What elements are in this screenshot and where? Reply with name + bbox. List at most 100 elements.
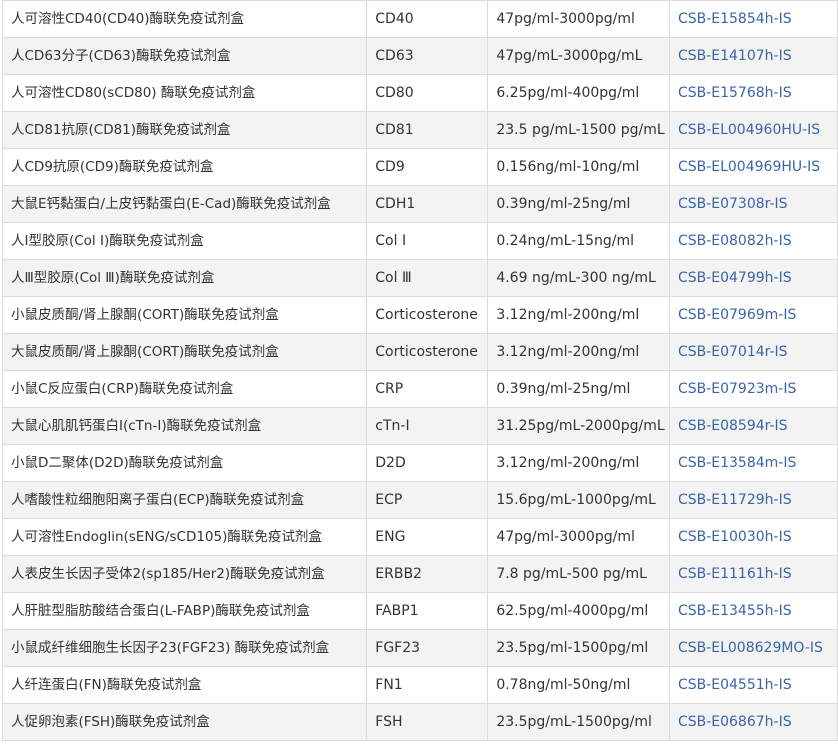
table-row: 人CD63分子(CD63)酶联免疫试剂盒 CD63 47pg/mL-3000pg/m… xyxy=(1,37,838,75)
catalog-code-cell: CSB-E04799h-IS xyxy=(668,259,838,297)
catalog-code-link[interactable]: CSB-E08594r-IS xyxy=(678,418,788,434)
target-cell: CD80 xyxy=(366,74,489,112)
product-name-cell: 人可溶性Endoglin(sENG/sCD105)酶联免疫试剂盒 xyxy=(1,518,368,556)
catalog-code-link[interactable]: CSB-EL004960HU-IS xyxy=(678,122,820,138)
table-row: 人可溶性Endoglin(sENG/sCD105)酶联免疫试剂盒 ENG 47pg/… xyxy=(1,518,838,556)
product-name-cell: 大鼠E钙黏蛋白/上皮钙黏蛋白(E-Cad)酶联免疫试剂盒 xyxy=(1,185,368,223)
catalog-code-cell: CSB-E08594r-IS xyxy=(668,407,838,445)
table-row: 大鼠心肌肌钙蛋白Ⅰ(cTn-Ⅰ)酶联免疫试剂盒 cTn-I 31.25pg/mL-2… xyxy=(1,407,838,445)
product-name-cell: 人嗜酸性粒细胞阳离子蛋白(ECP)酶联免疫试剂盒 xyxy=(1,481,368,519)
table-row: 人可溶性CD80(sCD80) 酶联免疫试剂盒 CD80 6.25pg/ml-400… xyxy=(1,74,838,112)
catalog-code-link[interactable]: CSB-E08082h-IS xyxy=(678,233,792,249)
target-cell: CD9 xyxy=(366,148,489,186)
table-row: 人Ⅰ型胶原(Col Ⅰ)酶联免疫试剂盒 Col Ⅰ 0.24ng/mL-15ng/m… xyxy=(1,222,838,260)
product-name-cell: 大鼠心肌肌钙蛋白Ⅰ(cTn-Ⅰ)酶联免疫试剂盒 xyxy=(1,407,368,445)
table-row: 大鼠皮质酮/肾上腺酮(CORT)酶联免疫试剂盒 Corticosterone 3.1… xyxy=(1,333,838,371)
detection-range-cell: 0.39ng/ml-25ng/ml xyxy=(487,185,670,223)
target-cell: Corticosterone xyxy=(366,296,489,334)
catalog-code-cell: CSB-E06867h-IS xyxy=(668,703,838,741)
product-name-cell: 人纤连蛋白(FN)酶联免疫试剂盒 xyxy=(1,666,368,704)
catalog-code-cell: CSB-E07308r-IS xyxy=(668,185,838,223)
table-row: 大鼠E钙黏蛋白/上皮钙黏蛋白(E-Cad)酶联免疫试剂盒 CDH1 0.39ng/m… xyxy=(1,185,838,223)
detection-range-cell: 62.5pg/ml-4000pg/ml xyxy=(487,592,670,630)
catalog-code-cell: CSB-E11161h-IS xyxy=(668,555,838,593)
product-name-cell: 人CD9抗原(CD9)酶联免疫试剂盒 xyxy=(1,148,368,186)
target-cell: FN1 xyxy=(366,666,489,704)
catalog-code-link[interactable]: CSB-EL004969HU-IS xyxy=(678,159,820,175)
catalog-code-cell: CSB-E13455h-IS xyxy=(668,592,838,630)
catalog-code-cell: CSB-E07969m-IS xyxy=(668,296,838,334)
detection-range-cell: 0.78ng/ml-50ng/ml xyxy=(487,666,670,704)
detection-range-cell: 23.5pg/ml-1500pg/ml xyxy=(487,629,670,667)
target-cell: Col Ⅰ xyxy=(366,222,489,260)
product-name-cell: 小鼠皮质酮/肾上腺酮(CORT)酶联免疫试剂盒 xyxy=(1,296,368,334)
catalog-code-cell: CSB-EL008629MO-IS xyxy=(668,629,838,667)
product-name-cell: 小鼠C反应蛋白(CRP)酶联免疫试剂盒 xyxy=(1,370,368,408)
catalog-code-link[interactable]: CSB-E04799h-IS xyxy=(678,270,792,286)
table-row: 小鼠D二聚体(D2D)酶联免疫试剂盒 D2D 3.12ng/ml-200ng/ml C… xyxy=(1,444,838,482)
target-cell: ENG xyxy=(366,518,489,556)
product-name-cell: 人Ⅰ型胶原(Col Ⅰ)酶联免疫试剂盒 xyxy=(1,222,368,260)
product-name-cell: 人可溶性CD40(CD40)酶联免疫试剂盒 xyxy=(1,0,368,38)
target-cell: CDH1 xyxy=(366,185,489,223)
detection-range-cell: 15.6pg/mL-1000pg/mL xyxy=(487,481,670,519)
catalog-code-link[interactable]: CSB-E04551h-IS xyxy=(678,677,792,693)
catalog-code-link[interactable]: CSB-E07014r-IS xyxy=(678,344,788,360)
catalog-code-cell: CSB-E11729h-IS xyxy=(668,481,838,519)
catalog-code-link[interactable]: CSB-E07923m-IS xyxy=(678,381,796,397)
detection-range-cell: 3.12ng/ml-200ng/ml xyxy=(487,296,670,334)
catalog-code-link[interactable]: CSB-E14107h-IS xyxy=(678,48,792,64)
catalog-code-cell: CSB-E10030h-IS xyxy=(668,518,838,556)
detection-range-cell: 7.8 pg/mL-500 pg/mL xyxy=(487,555,670,593)
product-table-body: 人可溶性CD40(CD40)酶联免疫试剂盒 CD40 47pg/ml-3000pg/… xyxy=(1,0,838,741)
catalog-code-link[interactable]: CSB-E13584m-IS xyxy=(678,455,796,471)
detection-range-cell: 4.69 ng/mL-300 ng/mL xyxy=(487,259,670,297)
catalog-code-cell: CSB-E14107h-IS xyxy=(668,37,838,75)
catalog-code-cell: CSB-E08082h-IS xyxy=(668,222,838,260)
target-cell: FSH xyxy=(366,703,489,741)
catalog-code-cell: CSB-E15768h-IS xyxy=(668,74,838,112)
product-name-cell: 小鼠D二聚体(D2D)酶联免疫试剂盒 xyxy=(1,444,368,482)
catalog-code-link[interactable]: CSB-E06867h-IS xyxy=(678,714,792,730)
product-name-cell: 人可溶性CD80(sCD80) 酶联免疫试剂盒 xyxy=(1,74,368,112)
target-cell: CD81 xyxy=(366,111,489,149)
catalog-code-cell: CSB-EL004960HU-IS xyxy=(668,111,838,149)
product-name-cell: 大鼠皮质酮/肾上腺酮(CORT)酶联免疫试剂盒 xyxy=(1,333,368,371)
table-row: 人CD9抗原(CD9)酶联免疫试剂盒 CD9 0.156ng/ml-10ng/ml C… xyxy=(1,148,838,186)
table-row: 人CD81抗原(CD81)酶联免疫试剂盒 CD81 23.5 pg/mL-1500 … xyxy=(1,111,838,149)
catalog-code-link[interactable]: CSB-E11729h-IS xyxy=(678,492,792,508)
product-name-cell: 人表皮生长因子受体2(sp185/Her2)酶联免疫试剂盒 xyxy=(1,555,368,593)
detection-range-cell: 6.25pg/ml-400pg/ml xyxy=(487,74,670,112)
table-row: 小鼠皮质酮/肾上腺酮(CORT)酶联免疫试剂盒 Corticosterone 3.1… xyxy=(1,296,838,334)
target-cell: CD40 xyxy=(366,0,489,38)
catalog-code-cell: CSB-EL004969HU-IS xyxy=(668,148,838,186)
table-row: 人表皮生长因子受体2(sp185/Her2)酶联免疫试剂盒 ERBB2 7.8 pg… xyxy=(1,555,838,593)
product-name-cell: 人Ⅲ型胶原(Col Ⅲ)酶联免疫试剂盒 xyxy=(1,259,368,297)
target-cell: CD63 xyxy=(366,37,489,75)
target-cell: Corticosterone xyxy=(366,333,489,371)
catalog-code-link[interactable]: CSB-E10030h-IS xyxy=(678,529,792,545)
target-cell: FABP1 xyxy=(366,592,489,630)
table-row: 人肝脏型脂肪酸结合蛋白(L-FABP)酶联免疫试剂盒 FABP1 62.5pg/ml… xyxy=(1,592,838,630)
detection-range-cell: 23.5 pg/mL-1500 pg/mL xyxy=(487,111,670,149)
detection-range-cell: 47pg/ml-3000pg/ml xyxy=(487,518,670,556)
catalog-code-link[interactable]: CSB-E15854h-IS xyxy=(678,11,792,27)
detection-range-cell: 47pg/ml-3000pg/ml xyxy=(487,0,670,38)
detection-range-cell: 0.39ng/ml-25ng/ml xyxy=(487,370,670,408)
catalog-code-link[interactable]: CSB-E07969m-IS xyxy=(678,307,796,323)
catalog-code-link[interactable]: CSB-EL008629MO-IS xyxy=(678,640,823,656)
catalog-code-link[interactable]: CSB-E07308r-IS xyxy=(678,196,788,212)
product-name-cell: 人促卵泡素(FSH)酶联免疫试剂盒 xyxy=(1,703,368,741)
table-row: 人嗜酸性粒细胞阳离子蛋白(ECP)酶联免疫试剂盒 ECP 15.6pg/mL-100… xyxy=(1,481,838,519)
table-row: 人Ⅲ型胶原(Col Ⅲ)酶联免疫试剂盒 Col Ⅲ 4.69 ng/mL-300 n… xyxy=(1,259,838,297)
catalog-code-cell: CSB-E13584m-IS xyxy=(668,444,838,482)
catalog-code-link[interactable]: CSB-E11161h-IS xyxy=(678,566,792,582)
target-cell: D2D xyxy=(366,444,489,482)
catalog-code-link[interactable]: CSB-E15768h-IS xyxy=(678,85,792,101)
detection-range-cell: 3.12ng/ml-200ng/ml xyxy=(487,444,670,482)
target-cell: cTn-I xyxy=(366,407,489,445)
catalog-code-link[interactable]: CSB-E13455h-IS xyxy=(678,603,792,619)
target-cell: Col Ⅲ xyxy=(366,259,489,297)
table-row: 人可溶性CD40(CD40)酶联免疫试剂盒 CD40 47pg/ml-3000pg/… xyxy=(1,0,838,38)
product-table: 人可溶性CD40(CD40)酶联免疫试剂盒 CD40 47pg/ml-3000pg/… xyxy=(1,0,838,741)
